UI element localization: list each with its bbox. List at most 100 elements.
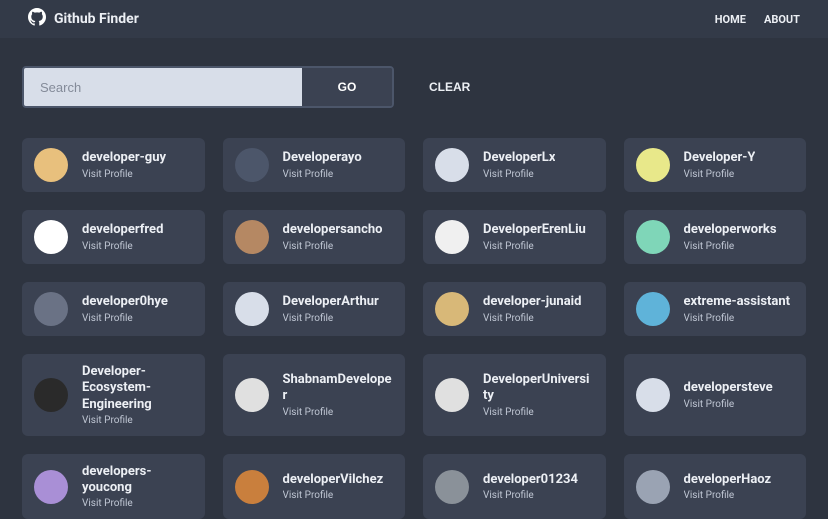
username: DeveloperArthur (283, 294, 379, 310)
user-card-body: developerVilchezVisit Profile (283, 472, 384, 501)
avatar (235, 470, 269, 504)
avatar (34, 378, 68, 412)
username: developerworks (684, 222, 777, 238)
avatar (435, 220, 469, 254)
user-card: developersancho Visit Profile (223, 210, 406, 264)
user-card-body: developerHaoz Visit Profile (684, 472, 772, 501)
user-card: developer01234 Visit Profile (423, 454, 606, 519)
user-grid: developer-guy Visit Profile Developerayo Vi… (22, 138, 806, 519)
username: Developerayo (283, 150, 362, 166)
visit-profile-link[interactable]: Visit Profile (82, 415, 193, 426)
username: developers-youcong (82, 464, 193, 497)
username: DeveloperLx (483, 150, 555, 166)
user-card: DeveloperLx Visit Profile (423, 138, 606, 192)
main: GO CLEAR developer-guyVisit ProfileDevel… (0, 38, 828, 519)
user-card-body: developerworks Visit Profile (684, 222, 777, 251)
username: DeveloperUniversity (483, 372, 594, 405)
avatar (235, 220, 269, 254)
github-icon (28, 8, 46, 30)
visit-profile-link[interactable]: Visit Profile (283, 241, 383, 252)
user-card-body: developersancho Visit Profile (283, 222, 383, 251)
user-card: DeveloperUniversity Visit Profile (423, 354, 606, 436)
user-card: Developer-Y Visit Profile (624, 138, 807, 192)
user-card-body: DeveloperLx Visit Profile (483, 150, 555, 179)
user-card-body: developer01234 Visit Profile (483, 472, 578, 501)
user-card: developerVilchezVisit Profile (223, 454, 406, 519)
visit-profile-link[interactable]: Visit Profile (82, 169, 166, 180)
username: developerHaoz (684, 472, 772, 488)
user-card-body: developersteveVisit Profile (684, 380, 773, 409)
user-card: developer-junaid Visit Profile (423, 282, 606, 336)
avatar (435, 292, 469, 326)
avatar (636, 378, 670, 412)
user-card-body: DeveloperUniversity Visit Profile (483, 372, 594, 418)
username: developerfred (82, 222, 163, 238)
visit-profile-link[interactable]: Visit Profile (483, 241, 586, 252)
user-card-body: Developer-Ecosystem-Engineering Visit Pro… (82, 364, 193, 426)
visit-profile-link[interactable]: Visit Profile (684, 169, 756, 180)
avatar (235, 378, 269, 412)
avatar (34, 220, 68, 254)
go-button[interactable]: GO (302, 68, 392, 106)
user-card-body: developers-youcongVisit Profile (82, 464, 193, 510)
username: developersancho (283, 222, 383, 238)
user-card: ShabnamDeveloper Visit Profile (223, 354, 406, 436)
avatar (34, 470, 68, 504)
user-card: extreme-assistant Visit Profile (624, 282, 807, 336)
visit-profile-link[interactable]: Visit Profile (684, 313, 791, 324)
avatar (435, 148, 469, 182)
avatar (636, 292, 670, 326)
visit-profile-link[interactable]: Visit Profile (483, 169, 555, 180)
visit-profile-link[interactable]: Visit Profile (283, 169, 362, 180)
user-card-body: developer0hye Visit Profile (82, 294, 168, 323)
user-card-body: developer-guy Visit Profile (82, 150, 166, 179)
user-card-body: DeveloperErenLiu Visit Profile (483, 222, 586, 251)
nav-home[interactable]: HOME (715, 13, 746, 26)
user-card: DeveloperErenLiu Visit Profile (423, 210, 606, 264)
search-input[interactable] (24, 68, 302, 106)
username: developer01234 (483, 472, 578, 488)
nav-links: HOME ABOUT (715, 13, 800, 26)
visit-profile-link[interactable]: Visit Profile (82, 241, 163, 252)
visit-profile-link[interactable]: Visit Profile (283, 313, 379, 324)
nav-about[interactable]: ABOUT (764, 13, 800, 26)
avatar (235, 148, 269, 182)
visit-profile-link[interactable]: Visit Profile (684, 399, 773, 410)
visit-profile-link[interactable]: Visit Profile (483, 313, 581, 324)
user-card: Developerayo Visit Profile (223, 138, 406, 192)
brand-title: Github Finder (54, 11, 139, 27)
avatar (235, 292, 269, 326)
user-card-body: developer-junaid Visit Profile (483, 294, 581, 323)
avatar (435, 470, 469, 504)
search-row: GO CLEAR (22, 66, 806, 108)
avatar (435, 378, 469, 412)
username: developer-guy (82, 150, 166, 166)
username: developer-junaid (483, 294, 581, 310)
visit-profile-link[interactable]: Visit Profile (684, 241, 777, 252)
username: DeveloperErenLiu (483, 222, 586, 238)
visit-profile-link[interactable]: Visit Profile (283, 407, 394, 418)
clear-button[interactable]: CLEAR (424, 80, 470, 94)
username: ShabnamDeveloper (283, 372, 394, 405)
visit-profile-link[interactable]: Visit Profile (82, 313, 168, 324)
navbar: Github Finder HOME ABOUT (0, 0, 828, 38)
user-card-body: extreme-assistant Visit Profile (684, 294, 791, 323)
visit-profile-link[interactable]: Visit Profile (283, 490, 384, 501)
visit-profile-link[interactable]: Visit Profile (483, 490, 578, 501)
avatar (34, 148, 68, 182)
username: developer0hye (82, 294, 168, 310)
avatar (636, 470, 670, 504)
username: Developer-Y (684, 150, 756, 166)
user-card: developer0hye Visit Profile (22, 282, 205, 336)
visit-profile-link[interactable]: Visit Profile (82, 498, 193, 509)
user-card-body: developerfred Visit Profile (82, 222, 163, 251)
username: Developer-Ecosystem-Engineering (82, 364, 193, 413)
username: extreme-assistant (684, 294, 791, 310)
avatar (636, 148, 670, 182)
user-card: developerworks Visit Profile (624, 210, 807, 264)
avatar (34, 292, 68, 326)
user-card-body: Developerayo Visit Profile (283, 150, 362, 179)
visit-profile-link[interactable]: Visit Profile (684, 490, 772, 501)
visit-profile-link[interactable]: Visit Profile (483, 407, 594, 418)
user-card: developers-youcongVisit Profile (22, 454, 205, 519)
